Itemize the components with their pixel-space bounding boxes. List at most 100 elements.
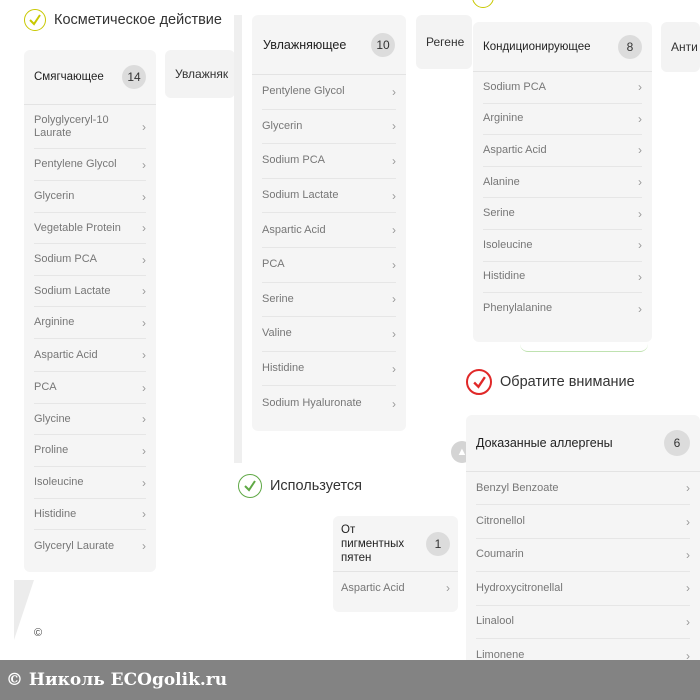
list-item[interactable]: Arginine › bbox=[34, 307, 146, 339]
card-title: Смягчающее bbox=[34, 71, 104, 83]
tab-moisturizing[interactable]: Увлажняк bbox=[165, 50, 235, 98]
list-item[interactable]: Histidine › bbox=[483, 262, 642, 294]
pigment-list: Aspartic Acid › bbox=[333, 572, 458, 604]
list-item[interactable]: Polyglyceryl-10 Laurate › bbox=[34, 105, 146, 149]
ingredient-label: Glycerin bbox=[34, 190, 75, 202]
list-item[interactable]: Serine › bbox=[262, 283, 396, 318]
list-item[interactable]: Hydroxycitronellal › bbox=[476, 572, 690, 606]
ingredient-label: Hydroxycitronellal bbox=[476, 581, 563, 594]
list-item[interactable]: Aspartic Acid › bbox=[483, 135, 642, 167]
chevron-right-icon: › bbox=[142, 221, 146, 235]
allergens-list: Benzyl Benzoate › Citronellol › Coumarin › Hyd… bbox=[466, 472, 700, 672]
ingredient-label: Aspartic Acid bbox=[34, 348, 98, 361]
allergens-card: Доказанные аллергены 6 Benzyl Benzoate › C… bbox=[466, 415, 700, 681]
ingredient-label: Serine bbox=[483, 207, 515, 220]
chevron-right-icon: › bbox=[638, 111, 642, 126]
check-icon bbox=[24, 9, 46, 31]
ingredient-label: Aspartic Acid bbox=[262, 223, 326, 236]
list-item[interactable]: Glycerin › bbox=[34, 181, 146, 213]
count-badge: 14 bbox=[122, 65, 146, 89]
allergens-card-header[interactable]: Доказанные аллергены 6 bbox=[466, 415, 700, 472]
ingredient-label: Aspartic Acid bbox=[341, 581, 405, 594]
stray-text: © bbox=[34, 627, 43, 639]
list-item[interactable]: Aspartic Acid › bbox=[262, 213, 396, 248]
list-item[interactable]: Vegetable Protein › bbox=[34, 213, 146, 244]
chevron-right-icon: › bbox=[638, 206, 642, 221]
ingredient-label: Histidine bbox=[34, 507, 77, 520]
list-item[interactable]: Glyceryl Laurate › bbox=[34, 530, 146, 562]
chevron-right-icon: › bbox=[142, 380, 146, 395]
tab-anti[interactable]: Анти bbox=[661, 22, 700, 72]
list-item[interactable]: Sodium PCA › bbox=[483, 72, 642, 104]
ingredient-label: Glycerin bbox=[262, 119, 303, 132]
chevron-right-icon: › bbox=[686, 547, 690, 562]
list-item[interactable]: PCA › bbox=[262, 248, 396, 283]
ingredient-label: Citronellol bbox=[476, 515, 525, 528]
list-item[interactable]: Alanine › bbox=[483, 167, 642, 199]
ingredient-label: Benzyl Benzoate bbox=[476, 481, 559, 494]
chevron-right-icon: › bbox=[392, 361, 396, 376]
list-item[interactable]: PCA › bbox=[34, 372, 146, 404]
list-item[interactable]: Coumarin › bbox=[476, 539, 690, 573]
list-item[interactable]: Arginine › bbox=[483, 104, 642, 136]
moisturizing-list: Pentylene Glycol › Glycerin › Sodium PCA › Sod… bbox=[252, 75, 406, 421]
ingredient-label: Aspartic Acid bbox=[483, 143, 547, 156]
list-item[interactable]: Citronellol › bbox=[476, 505, 690, 539]
softening-card-header[interactable]: Смягчающее 14 bbox=[24, 50, 156, 105]
list-item[interactable]: Serine › bbox=[483, 198, 642, 230]
list-item[interactable]: Sodium Lactate › bbox=[34, 276, 146, 307]
chevron-right-icon: › bbox=[392, 292, 396, 307]
divider bbox=[520, 344, 648, 352]
list-item[interactable]: Glycerin › bbox=[262, 110, 396, 145]
list-item[interactable]: Isoleucine › bbox=[483, 230, 642, 262]
list-item[interactable]: Linalool › bbox=[476, 606, 690, 639]
list-item[interactable]: Aspartic Acid › bbox=[34, 339, 146, 372]
chevron-right-icon: › bbox=[142, 157, 146, 172]
list-item[interactable]: Sodium PCA › bbox=[262, 144, 396, 179]
chevron-right-icon: › bbox=[142, 443, 146, 458]
list-item[interactable]: Sodium Hyaluronate › bbox=[262, 386, 396, 421]
list-item[interactable]: Benzyl Benzoate › bbox=[476, 472, 690, 506]
ingredient-label: Valine bbox=[262, 327, 292, 340]
ingredient-label: Phenylalanine bbox=[483, 302, 553, 315]
ingredient-label: Pentylene Glycol bbox=[34, 158, 117, 170]
card-title: Кондиционирующее bbox=[483, 40, 591, 53]
list-item[interactable]: Phenylalanine › bbox=[483, 293, 642, 325]
chevron-right-icon: › bbox=[638, 80, 642, 95]
list-item[interactable]: Glycine › bbox=[34, 404, 146, 435]
ingredient-label: Serine bbox=[262, 292, 294, 305]
section-title-text: Косметическое действие bbox=[54, 12, 222, 28]
ingredient-label: Sodium Hyaluronate bbox=[262, 397, 362, 410]
watermark-bar: © Николь ECOgolik.ru bbox=[0, 660, 700, 700]
chevron-right-icon: › bbox=[142, 119, 146, 134]
list-item[interactable]: Histidine › bbox=[262, 352, 396, 387]
list-item[interactable]: Sodium PCA › bbox=[34, 244, 146, 276]
list-item[interactable]: Valine › bbox=[262, 317, 396, 352]
section-title-text: Обратите внимание bbox=[500, 374, 635, 390]
list-item[interactable]: Proline › bbox=[34, 435, 146, 467]
pigment-card: От пигментных пятен 1 Aspartic Acid › bbox=[333, 516, 458, 612]
section-title-text: Используется bbox=[270, 478, 363, 494]
chevron-right-icon: › bbox=[392, 119, 396, 134]
pigment-card-header[interactable]: От пигментных пятен 1 bbox=[333, 516, 458, 572]
list-item[interactable]: Histidine › bbox=[34, 499, 146, 530]
chevron-right-icon: › bbox=[446, 581, 450, 595]
chevron-right-icon: › bbox=[392, 188, 396, 203]
ingredient-label: Histidine bbox=[483, 270, 526, 283]
ingredient-label: Sodium PCA bbox=[34, 253, 97, 265]
ingredient-label: Glycine bbox=[34, 412, 71, 425]
list-item[interactable]: Pentylene Glycol › bbox=[262, 75, 396, 110]
list-item[interactable]: Sodium Lactate › bbox=[262, 179, 396, 214]
conditioning-card-header[interactable]: Кондиционирующее 8 bbox=[473, 22, 652, 72]
tab-label: Регене bbox=[426, 35, 465, 49]
ingredient-label: Coumarin bbox=[476, 548, 524, 561]
card-title: От пигментных пятен bbox=[341, 523, 405, 564]
moisturizing-card-header[interactable]: Увлажняющее 10 bbox=[252, 15, 406, 75]
list-item[interactable]: Isoleucine › bbox=[34, 467, 146, 499]
tab-regeneration[interactable]: Регене bbox=[416, 15, 472, 69]
chevron-right-icon: › bbox=[142, 189, 146, 204]
list-item[interactable]: Aspartic Acid › bbox=[341, 572, 450, 604]
check-icon bbox=[472, 0, 494, 8]
card-title: Увлажняющее bbox=[263, 37, 347, 52]
list-item[interactable]: Pentylene Glycol › bbox=[34, 149, 146, 181]
